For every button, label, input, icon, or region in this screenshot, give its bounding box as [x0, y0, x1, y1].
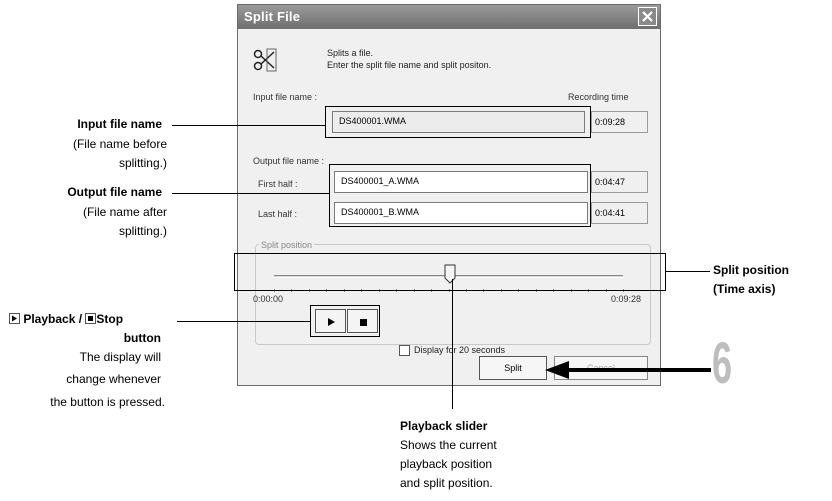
split-position-callout-title-1: Split position — [713, 263, 789, 277]
input-callout-desc-1: (File name before — [72, 137, 167, 151]
slider-frame — [234, 253, 666, 291]
split-position-callout-title-2: (Time axis) — [713, 282, 776, 296]
split-button[interactable]: Split — [479, 356, 547, 380]
split-position-callout-line — [666, 271, 710, 272]
time-start-label: 0:00:00 — [253, 294, 284, 304]
recording-time-label: Recording time — [568, 92, 629, 102]
output-callout-desc-1: (File name after — [82, 205, 167, 219]
title-bar: Split File — [238, 5, 660, 29]
display-20s-checkbox[interactable] — [399, 345, 410, 356]
slider-callout-title: Playback slider — [400, 419, 488, 433]
playback-callout-desc-3: the button is pressed. — [50, 395, 165, 409]
slider-callout-desc-3: and split position. — [400, 476, 493, 490]
split-position-label: Split position — [259, 240, 315, 250]
output-name-frame — [329, 164, 591, 227]
playback-callout-line — [177, 321, 310, 322]
slider-callout-desc-2: playback position — [400, 457, 493, 471]
output-file-label: Output file name : — [253, 156, 325, 166]
first-half-time-box: 0:04:47 — [591, 171, 648, 193]
scissors-icon — [253, 48, 277, 72]
output-callout-title: Output file name — [67, 185, 162, 199]
description-line-1: Splits a file. — [327, 48, 374, 58]
close-button[interactable] — [638, 7, 657, 26]
input-name-frame — [325, 106, 591, 138]
play-icon — [9, 313, 20, 324]
playback-callout-desc-2: change whenever — [66, 372, 161, 386]
step-number: 6 — [712, 331, 733, 396]
dialog-title: Split File — [244, 9, 301, 24]
arrow-left-icon — [545, 361, 711, 379]
playback-callout-title: Playback / Stop — [9, 312, 123, 326]
input-file-label: Input file name : — [253, 92, 318, 102]
last-half-time-box: 0:04:41 — [591, 202, 648, 224]
output-callout-line — [172, 193, 329, 194]
stop-icon — [85, 313, 97, 324]
input-callout-title: Input file name — [77, 117, 162, 131]
input-callout-line — [172, 125, 325, 126]
last-half-label: Last half : — [258, 209, 298, 219]
time-end-label: 0:09:28 — [611, 294, 642, 304]
description-line-2: Enter the split file name and split posi… — [327, 60, 492, 70]
output-callout-desc-2: splitting.) — [118, 224, 167, 238]
input-time-box: 0:09:28 — [591, 111, 648, 133]
close-icon — [642, 11, 653, 22]
slider-callout-line — [452, 279, 453, 409]
slider-callout-desc-1: Shows the current — [400, 438, 497, 452]
playback-callout-desc-1: The display will — [79, 350, 161, 364]
playback-callout-title-2: button — [123, 331, 161, 345]
display-20s-label: Display for 20 seconds — [414, 345, 506, 355]
transport-frame — [310, 305, 380, 337]
input-callout-desc-2: splitting.) — [118, 156, 167, 170]
first-half-label: First half : — [258, 179, 298, 189]
